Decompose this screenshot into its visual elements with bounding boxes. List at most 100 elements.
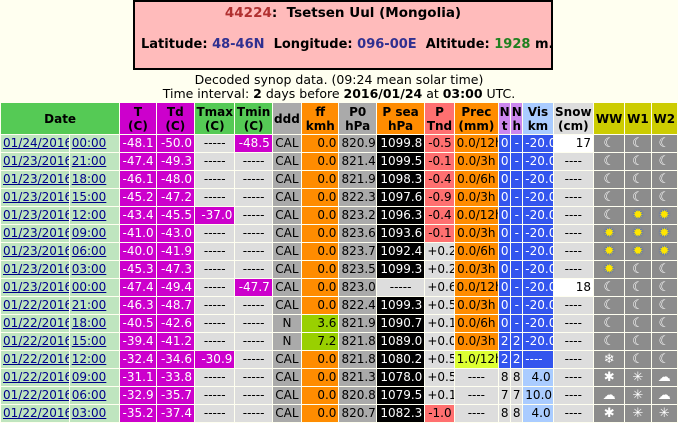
snow-depth-cell: ---- — [553, 207, 593, 224]
interval-at: at — [422, 86, 443, 101]
tmax-cell: ----- — [195, 225, 235, 242]
date-link[interactable]: 01/22/2016 — [3, 352, 69, 366]
header-tmax: Tmax (C) — [195, 103, 235, 134]
moon-icon: ☾ — [632, 154, 644, 169]
date-link[interactable]: 01/22/2016 — [3, 406, 69, 420]
time-link[interactable]: 09:00 — [72, 370, 107, 384]
time-link[interactable]: 18:00 — [72, 172, 107, 186]
date-link[interactable]: 01/23/2016 — [3, 280, 69, 294]
wind-dir-cell: CAL — [272, 297, 302, 314]
time-link[interactable]: 15:00 — [72, 190, 107, 204]
station-pressure-cell: 821.9 — [339, 315, 376, 332]
sea-pressure-cell: 1078.0 — [376, 369, 425, 386]
visibility-cell: -20.0 — [523, 153, 553, 170]
wind-dir-cell: CAL — [272, 243, 302, 260]
time-link[interactable]: 09:00 — [72, 226, 107, 240]
station-pressure-cell: 820.9 — [339, 135, 376, 152]
date-link[interactable]: 01/22/2016 — [3, 298, 69, 312]
moon-icon: ☾ — [632, 334, 644, 349]
w1-cell: ☾ — [625, 153, 651, 170]
date-cell: 01/23/2016 — [1, 261, 69, 278]
time-link[interactable]: 12:00 — [72, 352, 107, 366]
wind-speed-cell: 0.0 — [302, 279, 339, 296]
sea-pressure-cell: 1093.6 — [376, 225, 425, 242]
tmax-cell: -30.9 — [195, 351, 235, 368]
cloud-low-cell: 8 — [511, 369, 523, 386]
date-link[interactable]: 01/23/2016 — [3, 208, 69, 222]
snow-depth-cell: ---- — [553, 405, 593, 422]
table-row: 01/22/2016 12:00 -32.4 -34.6 -30.9 ----- CAL 0.… — [1, 351, 677, 368]
time-link[interactable]: 18:00 — [72, 316, 107, 330]
table-row: 01/22/2016 15:00 -39.4 -41.2 ----- ----- N 7.2 8… — [1, 333, 677, 350]
station-pressure-cell: 821.4 — [339, 153, 376, 170]
time-link[interactable]: 03:00 — [72, 262, 107, 276]
date-cell: 01/22/2016 — [1, 387, 69, 404]
precip-cell: 0.0/6h — [454, 171, 499, 188]
ww-cell: ☾ — [594, 279, 625, 296]
tmin-cell: -48.5 — [235, 135, 272, 152]
cloud-low-cell: - — [511, 135, 523, 152]
tmin-cell: ----- — [235, 333, 272, 350]
date-link[interactable]: 01/22/2016 — [3, 388, 69, 402]
date-link[interactable]: 01/23/2016 — [3, 226, 69, 240]
time-cell: 03:00 — [69, 405, 120, 422]
table-row: 01/22/2016 09:00 -31.1 -33.8 ----- ----- CAL 0.… — [1, 369, 677, 386]
w1-cell: ☾ — [625, 171, 651, 188]
date-link[interactable]: 01/23/2016 — [3, 262, 69, 276]
moon-icon: ☾ — [632, 172, 644, 187]
sun-icon: ✹ — [603, 226, 615, 241]
sea-pressure-cell: 1090.7 — [376, 315, 425, 332]
station-pressure-cell: 823.7 — [339, 243, 376, 260]
wind-speed-cell: 0.0 — [302, 351, 339, 368]
date-link[interactable]: 01/24/2016 — [3, 136, 69, 150]
date-link[interactable]: 01/23/2016 — [3, 154, 69, 168]
time-link[interactable]: 06:00 — [72, 244, 107, 258]
dewpoint-cell: -41.9 — [156, 243, 194, 260]
visibility-cell: 4.0 — [523, 405, 553, 422]
header-td: Td (C) — [156, 103, 194, 134]
snow-depth-cell: ---- — [553, 369, 593, 386]
time-link[interactable]: 03:00 — [72, 406, 107, 420]
date-link[interactable]: 01/23/2016 — [3, 244, 69, 258]
time-link[interactable]: 12:00 — [72, 208, 107, 222]
cloud-total-cell: 0 — [499, 225, 511, 242]
date-link[interactable]: 01/22/2016 — [3, 334, 69, 348]
date-link[interactable]: 01/22/2016 — [3, 370, 69, 384]
moon-icon: ☾ — [658, 334, 671, 349]
moon-icon: ☾ — [658, 352, 671, 367]
tmin-cell: ----- — [235, 297, 272, 314]
date-link[interactable]: 01/23/2016 — [3, 172, 69, 186]
date-link[interactable]: 01/22/2016 — [3, 316, 69, 330]
tmin-cell: ----- — [235, 171, 272, 188]
date-cell: 01/23/2016 — [1, 207, 69, 224]
wind-speed-cell: 0.0 — [302, 171, 339, 188]
tmin-cell: ----- — [235, 369, 272, 386]
time-cell: 15:00 — [69, 189, 120, 206]
time-link[interactable]: 15:00 — [72, 334, 107, 348]
wind-speed-cell: 0.0 — [302, 189, 339, 206]
snowflake-icon: ✱ — [603, 370, 615, 385]
snow-moon-icon: ❄ — [603, 352, 615, 367]
date-link[interactable]: 01/23/2016 — [3, 190, 69, 204]
tmax-cell: ----- — [195, 297, 235, 314]
time-cell: 18:00 — [69, 171, 120, 188]
visibility-cell: 4.0 — [523, 369, 553, 386]
time-link[interactable]: 21:00 — [72, 298, 107, 312]
time-link[interactable]: 00:00 — [72, 136, 107, 150]
table-row: 01/23/2016 06:00 -40.0 -41.9 ----- ----- CAL 0.… — [1, 243, 677, 260]
cloud-total-cell: 0 — [499, 279, 511, 296]
wind-speed-cell: 0.0 — [302, 297, 339, 314]
time-link[interactable]: 00:00 — [72, 280, 107, 294]
sea-pressure-cell: 1097.6 — [376, 189, 425, 206]
time-link[interactable]: 06:00 — [72, 388, 107, 402]
date-cell: 01/23/2016 — [1, 153, 69, 170]
time-cell: 06:00 — [69, 387, 120, 404]
tmax-cell: ----- — [195, 405, 235, 422]
station-pressure-cell: 822.3 — [339, 189, 376, 206]
time-link[interactable]: 21:00 — [72, 154, 107, 168]
longitude-value: 096-00E — [357, 37, 417, 52]
cloud-low-cell: 8 — [511, 405, 523, 422]
moon-icon: ☾ — [658, 136, 671, 151]
cloud-total-cell: 0 — [499, 135, 511, 152]
cloud-total-cell: 0 — [499, 171, 511, 188]
